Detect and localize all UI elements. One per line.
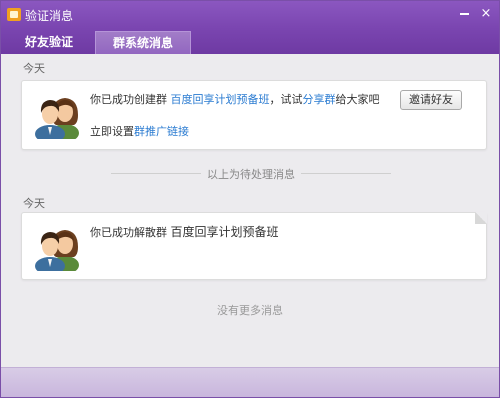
- pending-divider: 以上为待处理消息: [111, 166, 391, 182]
- minimize-button[interactable]: [455, 5, 473, 23]
- group-name-link[interactable]: 百度回享计划预备班: [171, 93, 270, 106]
- divider-text: 以上为待处理消息: [201, 168, 301, 181]
- message-text: ，试试: [269, 93, 303, 106]
- message-card-create-group: 你已成功创建群 百度回享计划预备班，试试分享群给大家吧 立即设置群推广链接 邀请…: [21, 80, 487, 150]
- invite-friends-button[interactable]: 邀请好友: [400, 90, 462, 110]
- window-title: 验证消息: [25, 9, 74, 23]
- message-card-dissolve-group: 你已成功解散群 百度回享计划预备班: [21, 212, 487, 280]
- bottom-bar: [1, 367, 499, 397]
- tab-group-system-messages[interactable]: 群系统消息: [95, 31, 191, 54]
- tab-bar: 好友验证 群系统消息: [1, 29, 499, 54]
- section-date: 今天: [23, 197, 45, 210]
- app-icon: [7, 8, 21, 21]
- share-group-link[interactable]: 分享群: [303, 93, 336, 106]
- group-promo-link[interactable]: 群推广链接: [134, 125, 189, 138]
- minimize-icon: [459, 12, 469, 15]
- group-avatar-icon: [35, 230, 79, 271]
- message-list: 今天 你已成功创建群 百度回享计划预备班，试试分享群给大家吧 立即设置群推广链接…: [1, 54, 499, 367]
- group-avatar-icon: [35, 98, 79, 139]
- create-group-message: 你已成功创建群 百度回享计划预备班，试试分享群给大家吧: [90, 91, 380, 107]
- message-text: 给大家吧: [335, 93, 380, 106]
- setup-promo-line: 立即设置群推广链接: [90, 123, 189, 139]
- message-text: 你已成功创建群: [90, 93, 171, 106]
- title-bar: 验证消息 ×: [1, 1, 499, 29]
- message-text: 你已成功解散群: [90, 226, 171, 239]
- setup-prefix-text: 立即设置: [90, 125, 134, 138]
- tab-friend-verification[interactable]: 好友验证: [5, 31, 93, 54]
- group-name: 百度回享计划预备班: [170, 225, 279, 239]
- section-date: 今天: [23, 62, 45, 75]
- dissolve-group-message: 你已成功解散群 百度回享计划预备班: [90, 223, 279, 240]
- no-more-messages: 没有更多消息: [217, 304, 283, 317]
- close-button[interactable]: ×: [477, 5, 495, 23]
- verification-message-window: 验证消息 × 好友验证 群系统消息 今天 你已成功创建群 百度回享计划预备班，试…: [0, 0, 500, 398]
- divider-label: 以上为待处理消息: [111, 166, 391, 182]
